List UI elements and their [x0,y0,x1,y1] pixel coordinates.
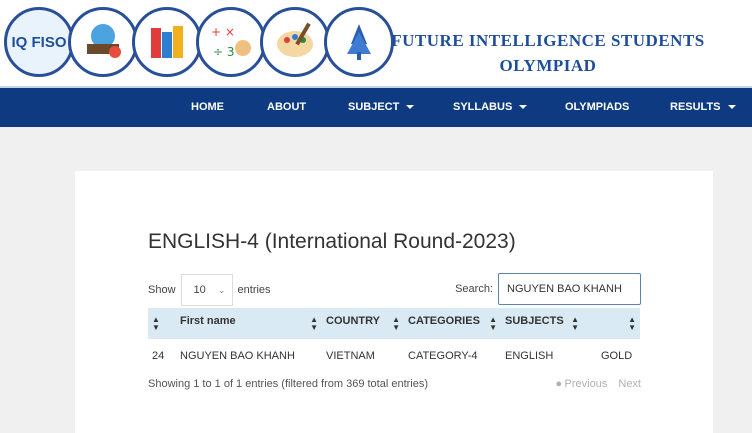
nav-subject-label: SUBJECT [348,101,400,113]
site-title: FUTURE INTELLIGENCE STUDENTS OLYMPIAD [370,28,726,78]
sort-icon: ▲ ▼ [489,315,497,332]
sort-icon: ▲ ▼ [628,315,636,332]
chevron-down-icon [727,105,736,110]
show-label: Show [148,284,176,296]
previous-label: Previous [564,378,608,390]
nav-about[interactable]: ABOUT [267,88,306,127]
pagination: ⦁ Previous Next [548,378,641,391]
column-header-country[interactable]: COUNTRY ▲ ▼ [322,308,404,339]
search-input[interactable] [498,273,641,305]
nav-home-label: HOME [191,101,224,113]
entries-select[interactable]: 10 ⌄ [180,274,233,306]
nav-olympiads-label: OLYMPIADS [565,101,630,113]
nav-home[interactable]: HOME [191,88,224,127]
entries-select-value: 10 [193,284,206,296]
chevron-down-icon [406,105,415,110]
cell-subject: ENGLISH [505,350,554,362]
column-header-award[interactable]: ▲ ▼ [583,308,640,339]
column-header-categories-label: CATEGORIES [408,315,480,327]
column-header-categories[interactable]: CATEGORIES ▲ ▼ [404,308,501,339]
results-table: ▲ ▼ First name ▲ ▼ COUNTRY ▲ ▼ CATEGORIES ▲ ▼ S… [148,308,640,373]
table-info: Showing 1 to 1 of 1 entries (filtered fr… [148,378,429,390]
nav-about-label: ABOUT [267,101,307,113]
svg-text:+ ×: + × [211,25,235,39]
svg-text:÷ 3: ÷ 3 [213,45,235,59]
sort-icon: ▲ ▼ [571,315,579,332]
page-title: ENGLISH-4 (International Round-2023) [148,230,516,253]
science-icon [68,7,138,77]
entries-label: entries [237,284,271,296]
nav-syllabus[interactable]: SYLLABUS [453,88,528,127]
search-control: Search: [455,272,641,306]
logo-strip[interactable]: IQ FISO + × ÷ 3 [4,4,394,80]
cell-first-name: NGUYEN BAO KHANH [180,350,295,362]
nav-olympiads[interactable]: OLYMPIADS [565,88,629,127]
site-header: IQ FISO + × ÷ 3 FUTURE INTELLIGENCE STUDE… [0,0,752,86]
art-palette-icon [260,7,330,77]
cell-award: GOLD [601,350,633,362]
column-header-first-name-label: First name [180,315,236,327]
next-button[interactable]: Next [618,378,641,390]
column-header-country-label: COUNTRY [326,315,380,327]
cell-category: CATEGORY-4 [408,350,478,362]
nav-results-label: RESULTS [670,101,721,113]
sort-icon: ▲ ▼ [310,315,318,332]
column-header-first-name[interactable]: First name ▲ ▼ [176,308,322,339]
nav-syllabus-label: SYLLABUS [453,101,513,113]
site-title-line2: OLYMPIAD [499,56,597,75]
math-icon: + × ÷ 3 [196,7,266,77]
column-header-subjects-label: SUBJECTS [505,315,564,327]
nav-results[interactable]: RESULTS [670,88,736,127]
books-icon [132,7,202,77]
results-card: ENGLISH-4 (International Round-2023) Sho… [75,171,713,433]
search-label: Search: [455,283,493,295]
table-header-row: ▲ ▼ First name ▲ ▼ COUNTRY ▲ ▼ CATEGORIES ▲ ▼ S… [148,308,640,339]
site-title-line1: FUTURE INTELLIGENCE STUDENTS [391,31,705,50]
cell-country: VIETNAM [326,350,375,362]
chevron-down-icon [519,105,528,110]
column-header-rank[interactable]: ▲ ▼ [148,308,176,339]
nav-subject[interactable]: SUBJECT [348,88,415,127]
logo-text: IQ FISO [11,33,67,51]
sort-icon: ▲ ▼ [392,315,400,332]
sort-icon: ▲ ▼ [152,314,160,332]
previous-button[interactable]: ⦁ Previous [556,378,607,390]
table-row: 24 NGUYEN BAO KHANH VIETNAM CATEGORY-4 E… [148,339,640,373]
iq-fiso-logo-icon: IQ FISO [4,7,74,77]
entries-length-control: Show 10 ⌄ entries [148,273,271,307]
chevron-down-icon: ⌄ [217,284,226,295]
cell-rank: 24 [152,350,165,362]
main-navbar: HOME ABOUT SUBJECT SYLLABUS OLYMPIADS RE… [0,86,752,127]
column-header-subjects[interactable]: SUBJECTS ▲ ▼ [501,308,583,339]
